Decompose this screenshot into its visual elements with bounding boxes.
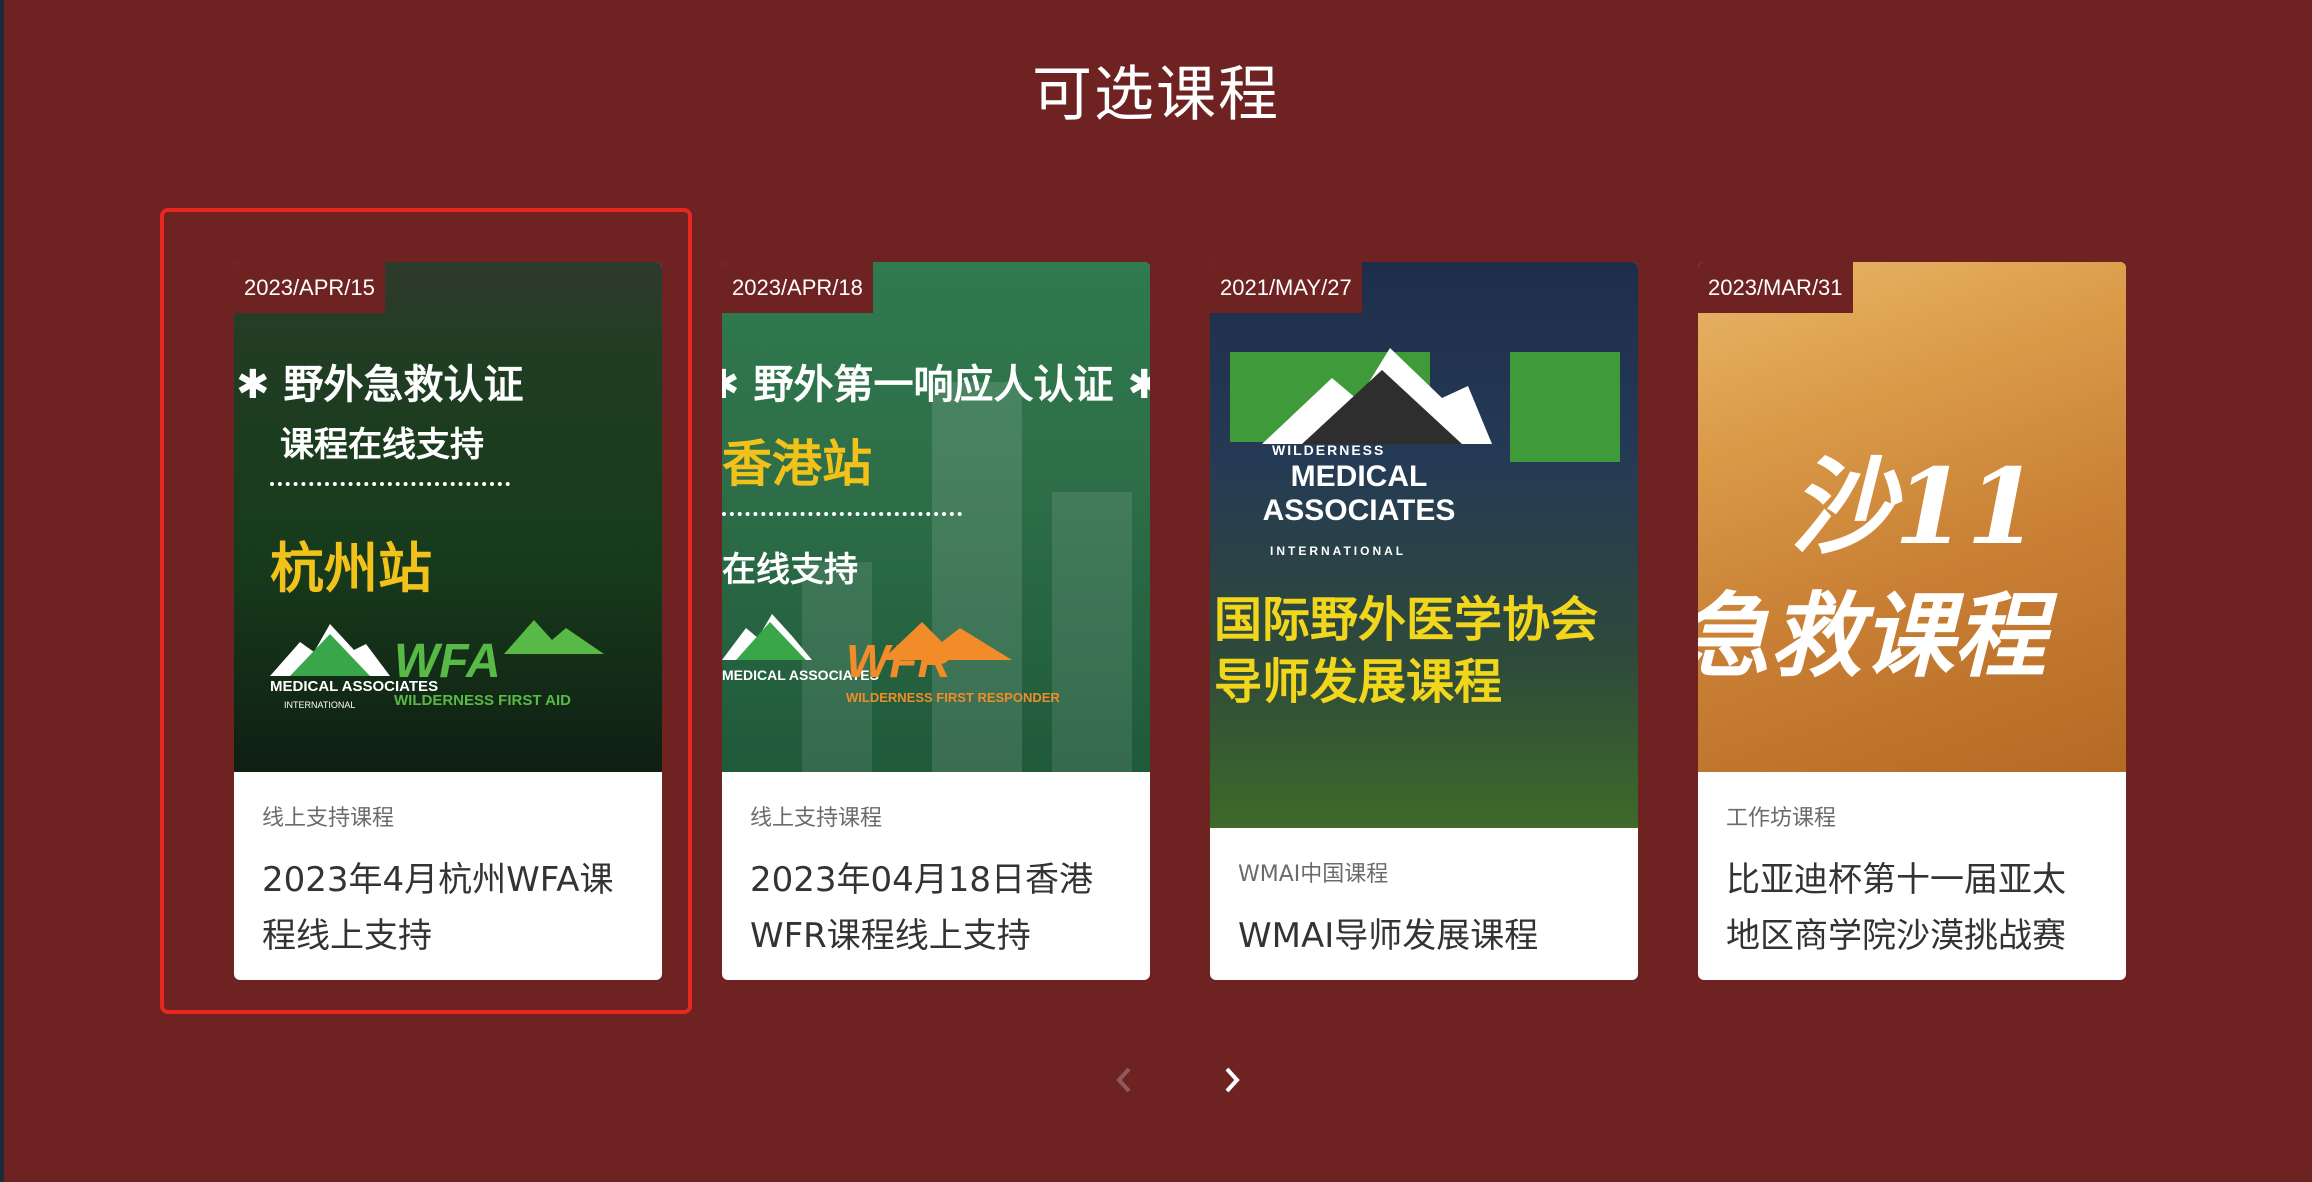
image-subheadline: 在线支持 bbox=[722, 550, 858, 590]
selection-highlight bbox=[160, 208, 692, 1014]
image-city: 香港站 bbox=[722, 435, 872, 493]
date-badge: 2023/APR/15 bbox=[234, 262, 385, 313]
logo-subtext: INTERNATIONAL bbox=[1270, 544, 1407, 558]
badge-text: WFR bbox=[846, 635, 951, 687]
skyline-building bbox=[932, 382, 1022, 772]
course-card-image[interactable]: 2023/APR/18 ✱ 野外第一响应人认证 ✱ 香港站 在线支持 MEDIC… bbox=[722, 262, 1150, 772]
image-headline: 沙11 bbox=[1790, 445, 2039, 568]
course-title[interactable]: 2023年04月18日香港WFR课程线上支持 bbox=[750, 852, 1120, 964]
logo-toptext: WILDERNESS bbox=[1272, 442, 1386, 458]
image-headline: 国际野外医学协会 bbox=[1214, 592, 1599, 648]
image-subheadline: 导师发展课程 bbox=[1214, 654, 1503, 710]
carousel-prev-button[interactable] bbox=[1099, 1055, 1149, 1105]
course-category: 线上支持课程 bbox=[750, 806, 883, 831]
skyline-building bbox=[1052, 492, 1132, 772]
carousel-next-button[interactable] bbox=[1207, 1055, 1257, 1105]
date-badge: 2023/MAR/31 bbox=[1698, 262, 1853, 313]
course-card-image[interactable]: 2023/MAR/31 沙11 急救课程 bbox=[1698, 262, 2126, 772]
course-card-body: WMAI中国课程 WMAI导师发展课程 bbox=[1210, 828, 1638, 980]
course-title[interactable]: 比亚迪杯第十一届亚太地区商学院沙漠挑战赛 bbox=[1726, 852, 2096, 964]
course-category: 工作坊课程 bbox=[1726, 806, 1837, 831]
image-headline: ✱ 野外第一响应人认证 ✱ bbox=[722, 362, 1150, 408]
dotted-divider bbox=[722, 512, 962, 516]
mountain-logo-icon bbox=[722, 614, 812, 660]
course-card-image[interactable]: 2021/MAY/27 WILDERNESS MEDICAL ASSOCIATE… bbox=[1210, 262, 1638, 828]
course-category: WMAI中国课程 bbox=[1238, 862, 1389, 887]
course-card-body: 线上支持课程 2023年04月18日香港WFR课程线上支持 bbox=[722, 772, 1150, 980]
mountain-logo-icon bbox=[1262, 348, 1492, 444]
badge-subtext: WILDERNESS FIRST RESPONDER bbox=[846, 690, 1060, 705]
chevron-right-icon bbox=[1225, 1067, 1240, 1093]
course-title[interactable]: WMAI导师发展课程 bbox=[1238, 908, 1608, 964]
banner-panel bbox=[1510, 352, 1620, 462]
course-card[interactable]: 2021/MAY/27 WILDERNESS MEDICAL ASSOCIATE… bbox=[1210, 262, 1638, 980]
logo-text: MEDICAL ASSOCIATES bbox=[1262, 460, 1456, 527]
chevron-left-icon bbox=[1116, 1067, 1131, 1093]
course-card[interactable]: 2023/APR/18 ✱ 野外第一响应人认证 ✱ 香港站 在线支持 MEDIC… bbox=[722, 262, 1150, 980]
date-badge: 2021/MAY/27 bbox=[1210, 262, 1362, 313]
image-subheadline: 急救课程 bbox=[1698, 582, 2047, 690]
course-card-body: 工作坊课程 比亚迪杯第十一届亚太地区商学院沙漠挑战赛 bbox=[1698, 772, 2126, 980]
date-badge: 2023/APR/18 bbox=[722, 262, 873, 313]
course-card[interactable]: 2023/MAR/31 沙11 急救课程 工作坊课程 比亚迪杯第十一届亚太地区商… bbox=[1698, 262, 2126, 980]
